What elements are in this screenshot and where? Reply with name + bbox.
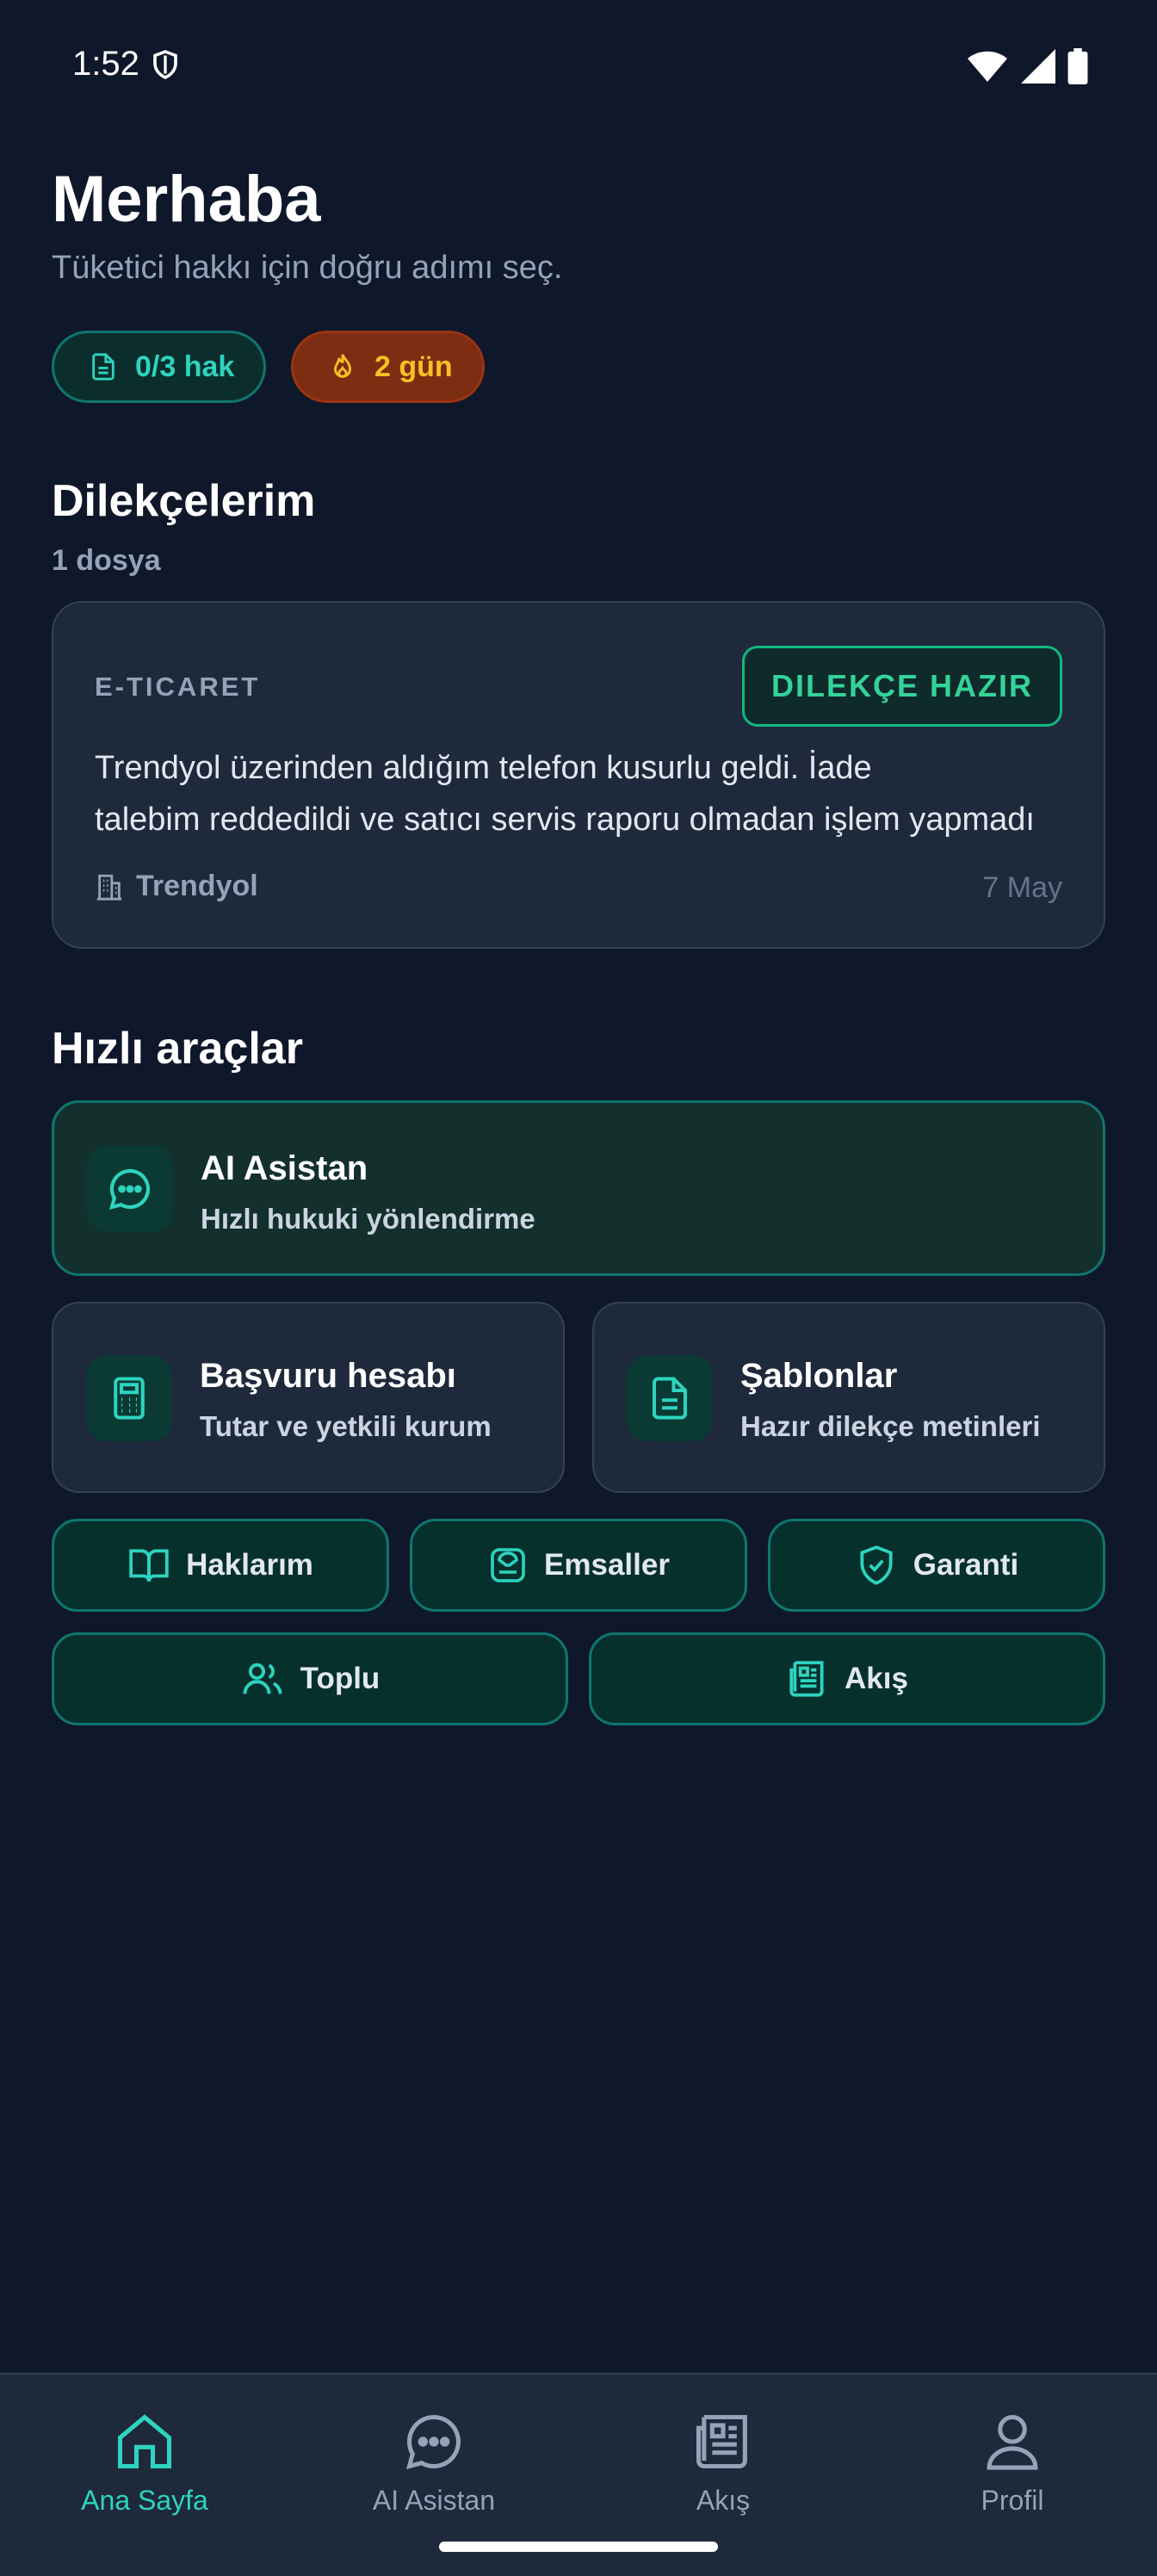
petition-date: 7 May <box>982 871 1062 904</box>
templates-icon-tile <box>627 1355 713 1441</box>
home-indicator[interactable] <box>439 2542 718 2552</box>
document-icon <box>652 1377 688 1420</box>
petitions-count: 1 dosya <box>52 544 161 577</box>
shield-icon <box>153 49 177 79</box>
nav-item-assistant[interactable]: AI Asistan <box>289 2409 578 2517</box>
user-icon <box>987 2414 1038 2470</box>
page-title: Merhaba <box>52 163 321 236</box>
feed-button[interactable]: Akış <box>589 1632 1105 1725</box>
book-icon <box>129 1549 169 1582</box>
rights-button[interactable]: Haklarım <box>52 1519 389 1612</box>
newspaper-icon <box>696 2414 747 2469</box>
flame-icon <box>334 354 351 378</box>
home-icon <box>117 2414 172 2469</box>
ai-card-title: AI Asistan <box>201 1149 368 1187</box>
document-icon <box>92 353 114 381</box>
status-bar-icons <box>966 48 1088 84</box>
petition-ready-button[interactable]: DILEKÇE HAZIR <box>742 646 1062 727</box>
collective-button[interactable]: Toplu <box>52 1632 568 1725</box>
building-icon <box>96 874 122 901</box>
newspaper-icon <box>789 1661 824 1697</box>
calculator-icon-tile <box>86 1355 172 1441</box>
page-subtitle: Tüketici hakkı için doğru adımı seç. <box>52 250 563 286</box>
templates-card[interactable]: Şablonlar Hazır dilekçe metinleri <box>592 1302 1105 1493</box>
battery-icon <box>1067 48 1088 84</box>
nav-item-profile[interactable]: Profil <box>868 2409 1157 2517</box>
calculator-card[interactable]: Başvuru hesabı Tutar ve yetkili kurum <box>52 1302 565 1493</box>
shield-check-icon <box>860 1545 893 1585</box>
petitions-section-title: Dilekçelerim <box>52 476 316 526</box>
calculator-icon <box>114 1377 145 1420</box>
petition-card[interactable]: E-TICARET DILEKÇE HAZIR Trendyol üzerind… <box>52 601 1105 949</box>
templates-card-title: Şablonlar <box>740 1357 898 1395</box>
ai-assistant-card[interactable]: AI Asistan Hızlı hukuki yönlendirme <box>52 1100 1105 1276</box>
precedents-button[interactable]: Emsaller <box>410 1519 747 1612</box>
chat-icon <box>405 2414 461 2470</box>
petition-description: Trendyol üzerinden aldığım telefon kusur… <box>95 750 1035 838</box>
status-bar-time: 1:52 <box>72 45 181 84</box>
templates-card-subtitle: Hazır dilekçe metinleri <box>740 1410 1041 1442</box>
ai-card-subtitle: Hızlı hukuki yönlendirme <box>201 1203 535 1235</box>
streak-chip-label: 2 gün <box>374 350 453 383</box>
quota-chip-label: 0/3 hak <box>135 350 235 383</box>
petition-company: Trendyol <box>95 870 258 903</box>
nav-item-home[interactable]: Ana Sayfa <box>0 2409 289 2517</box>
users-icon <box>243 1663 282 1694</box>
calculator-card-subtitle: Tutar ve yetkili kurum <box>200 1410 492 1442</box>
chat-icon <box>109 1168 151 1210</box>
streak-chip[interactable]: 2 gün <box>291 331 485 403</box>
quota-chip[interactable]: 0/3 hak <box>52 331 267 403</box>
calculator-card-title: Başvuru hesabı <box>200 1357 456 1395</box>
signal-icon <box>1021 49 1055 84</box>
nav-item-feed[interactable]: Akış <box>578 2409 868 2517</box>
quick-tools-title: Hızlı araçlar <box>52 1024 303 1074</box>
petition-company-name: Trendyol <box>136 870 258 902</box>
warranty-button[interactable]: Garanti <box>768 1519 1105 1612</box>
scale-icon <box>491 1548 525 1582</box>
wifi-icon <box>968 51 1007 82</box>
petition-category: E-TICARET <box>95 672 261 702</box>
ai-icon-tile <box>87 1146 173 1232</box>
